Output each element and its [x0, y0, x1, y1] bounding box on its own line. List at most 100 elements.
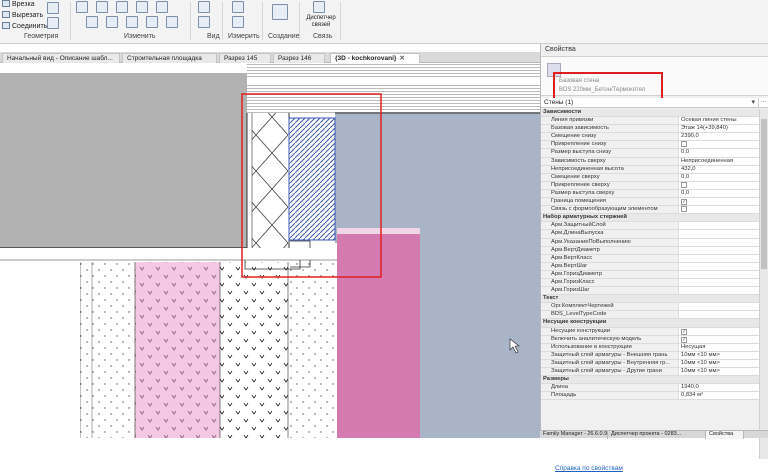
property-value[interactable]: Неприсоединенная — [678, 157, 759, 165]
tab-section-146[interactable]: Разрез 146 — [273, 53, 325, 63]
rotate-icon[interactable] — [126, 16, 138, 28]
visibility-icon[interactable] — [198, 16, 210, 28]
property-name: Включить аналитическую модель — [551, 335, 642, 342]
3d-viewport[interactable] — [0, 63, 540, 438]
property-name: Зависимость сверху — [551, 157, 606, 164]
create-similar-icon[interactable] — [272, 4, 288, 20]
split-icon[interactable] — [136, 1, 148, 13]
property-row: Неприсоединенная высота 432,0 — [541, 165, 759, 174]
property-group-header[interactable]: Несущие конструкции — [541, 319, 759, 328]
geometry-tool-icon-2[interactable] — [47, 17, 59, 29]
property-value[interactable]: 0,834 м² — [678, 392, 759, 400]
property-value[interactable] — [678, 287, 759, 295]
tab-3d-view[interactable]: {3D - kochkorovani} ✕ — [330, 53, 420, 63]
property-checkbox[interactable] — [678, 141, 759, 149]
property-row: Базовая зависимость Этаж 14(+39,840) — [541, 125, 759, 134]
tab-label: Разрез 145 — [224, 55, 258, 62]
property-checkbox[interactable] — [678, 327, 759, 335]
checkbox-icon[interactable] — [681, 206, 687, 213]
property-value[interactable]: Осевая линия стены — [678, 117, 759, 125]
property-group-header[interactable]: Текст — [541, 295, 759, 304]
property-value[interactable]: 10мм <10 мм> — [678, 359, 759, 367]
property-row: BDS_LevelTypeCode — [541, 311, 759, 320]
property-value[interactable] — [678, 238, 759, 246]
geometry-tool-icon[interactable] — [47, 2, 59, 14]
cut-button[interactable]: Вырезать — [2, 11, 43, 19]
dotted-layer — [80, 262, 135, 438]
property-value[interactable] — [678, 303, 759, 311]
properties-scrollbar[interactable] — [759, 109, 768, 459]
property-group-header[interactable]: Набор арматурных стержней — [541, 214, 759, 223]
type-selector[interactable]: Базовая стена BDS 220мм_Бетон/Термокотел — [541, 56, 768, 103]
property-value[interactable]: 432,0 — [678, 165, 759, 173]
offset-icon[interactable] — [96, 1, 108, 13]
delete-icon[interactable] — [166, 16, 178, 28]
scrollbar-thumb[interactable] — [761, 119, 767, 269]
property-row: Смещение снизу 2390,0 — [541, 133, 759, 142]
grey-slab — [0, 73, 247, 248]
property-value[interactable] — [678, 270, 759, 278]
property-checkbox[interactable] — [678, 335, 759, 343]
checkbox-icon[interactable] — [681, 336, 687, 343]
property-row: Граница помещения — [541, 198, 759, 207]
cut-into-button[interactable]: Врезка — [2, 0, 35, 8]
property-row: Использование в конструкции Несущая — [541, 343, 759, 352]
checkbox-icon[interactable] — [681, 328, 687, 335]
link-manager-button[interactable]: Диспетчер связей — [305, 15, 337, 29]
property-name: Размер выступа снизу — [551, 149, 612, 156]
pin-icon[interactable] — [156, 1, 168, 13]
tab-section-145[interactable]: Разрез 145 — [219, 53, 271, 63]
property-value[interactable]: 2390,0 — [678, 133, 759, 141]
measure-icon[interactable] — [232, 1, 244, 13]
property-group-header[interactable]: Размеры — [541, 376, 759, 385]
property-name: Защитный слой арматуры - Внутренняя гр..… — [551, 359, 671, 366]
property-group-header[interactable]: Зависимости — [541, 109, 759, 118]
tab-site[interactable]: Строительная площадка — [122, 53, 217, 63]
property-checkbox[interactable] — [678, 206, 759, 214]
chevron-down-icon[interactable]: ▾ — [751, 98, 755, 106]
join-label: Соединить — [12, 23, 48, 30]
property-value[interactable]: 10мм <10 мм> — [678, 368, 759, 376]
align-icon[interactable] — [76, 1, 88, 13]
property-name: Размер выступа сверху — [551, 189, 615, 196]
property-row: Включить аналитическую модель — [541, 335, 759, 344]
property-checkbox[interactable] — [678, 181, 759, 189]
link-manager-icon[interactable] — [313, 1, 325, 13]
property-value[interactable] — [678, 222, 759, 230]
property-value[interactable]: 0,0 — [678, 173, 759, 181]
move-icon[interactable] — [86, 16, 98, 28]
dimension-icon[interactable] — [232, 16, 244, 28]
property-value[interactable] — [678, 278, 759, 287]
wall-face-lower — [420, 243, 540, 438]
cut-into-icon — [2, 0, 10, 7]
property-value[interactable]: 0,0 — [678, 149, 759, 157]
mirror-icon[interactable] — [116, 1, 128, 13]
property-value[interactable] — [678, 311, 759, 319]
close-icon[interactable]: ✕ — [399, 55, 404, 62]
pink-insulation — [135, 262, 220, 438]
property-value[interactable]: 1940,0 — [678, 384, 759, 392]
property-value[interactable] — [678, 246, 759, 254]
property-value[interactable] — [678, 230, 759, 238]
trim-icon[interactable] — [146, 16, 158, 28]
property-value[interactable]: 0,0 — [678, 189, 759, 198]
property-value[interactable] — [678, 262, 759, 270]
checkbox-icon[interactable] — [681, 141, 687, 148]
property-value[interactable]: 10мм <10 мм> — [678, 351, 759, 359]
property-value[interactable]: Несущая — [678, 343, 759, 351]
checkbox-icon[interactable] — [681, 181, 687, 188]
checkbox-icon[interactable] — [681, 199, 687, 206]
property-name: Арм.ВертКласс — [551, 254, 593, 261]
instance-filter[interactable]: Стены (1) ▾ ... — [541, 98, 768, 108]
property-value[interactable] — [678, 254, 759, 262]
brush-icon[interactable] — [198, 1, 210, 13]
property-value[interactable]: Этаж 14(+39,840) — [678, 125, 759, 133]
tab-label: Строительная площадка — [127, 55, 202, 62]
property-checkbox[interactable] — [678, 198, 759, 206]
join-button[interactable]: Соединить — [2, 22, 47, 30]
edit-type-button[interactable]: ... — [758, 98, 768, 107]
copy-icon[interactable] — [106, 16, 118, 28]
properties-help-link[interactable]: Справка по свойствам — [555, 465, 623, 472]
property-name: Прикрепление сверху — [551, 181, 610, 188]
tab-start-view[interactable]: Начальный вид - Описание шабл... — [2, 53, 120, 63]
